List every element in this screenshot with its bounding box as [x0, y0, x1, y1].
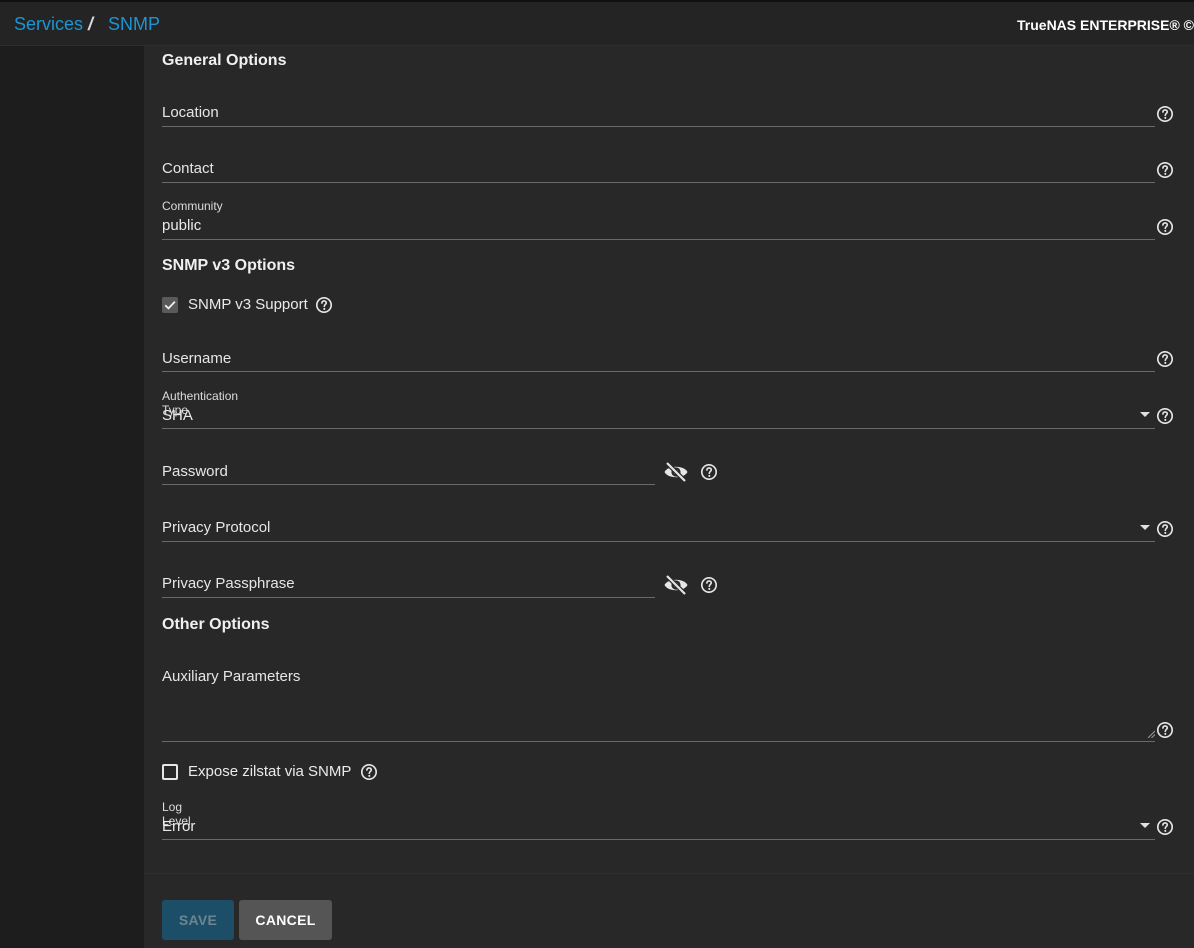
expose-zilstat-label[interactable]: Expose zilstat via SNMP	[188, 763, 351, 780]
side-navigation	[0, 46, 144, 948]
breadcrumb-separator: /	[88, 14, 94, 34]
password-visibility-eye-off-icon[interactable]	[663, 461, 689, 483]
privacy-protocol-underline	[162, 541, 1155, 542]
top-bar: Services / SNMP TrueNAS ENTERPRISE® ©	[0, 0, 1194, 46]
log-level-underline	[162, 839, 1155, 840]
log-level-help-icon[interactable]	[1156, 818, 1174, 836]
privacy-protocol-help-icon[interactable]	[1156, 520, 1174, 538]
snmpv3-support-label[interactable]: SNMP v3 Support	[188, 296, 308, 313]
location-help-icon[interactable]	[1156, 105, 1174, 123]
expose-zilstat-help-icon[interactable]	[360, 763, 378, 781]
expose-zilstat-checkbox[interactable]	[162, 764, 178, 780]
snmp-form-panel: General Options Location Contact Communi…	[144, 46, 1194, 948]
password-help-icon[interactable]	[700, 463, 718, 481]
authentication-type-help-icon[interactable]	[1156, 407, 1174, 425]
community-underline	[162, 239, 1155, 240]
contact-underline	[162, 182, 1155, 183]
privacy-passphrase-visibility-eye-off-icon[interactable]	[663, 574, 689, 596]
auxiliary-parameters-help-icon[interactable]	[1156, 721, 1174, 739]
privacy-passphrase-placeholder: Privacy Passphrase	[162, 575, 295, 592]
password-underline	[162, 484, 655, 485]
authentication-type-underline	[162, 428, 1155, 429]
privacy-protocol-dropdown-icon[interactable]	[1140, 525, 1150, 530]
section-other-options: Other Options	[162, 616, 270, 633]
privacy-protocol-placeholder: Privacy Protocol	[162, 519, 271, 536]
privacy-passphrase-help-icon[interactable]	[700, 576, 718, 594]
community-label: Community	[162, 199, 223, 213]
authentication-type-dropdown-icon[interactable]	[1140, 412, 1150, 417]
log-level-dropdown-icon[interactable]	[1140, 823, 1150, 828]
username-placeholder: Username	[162, 350, 232, 367]
location-placeholder: Location	[162, 104, 219, 121]
username-help-icon[interactable]	[1156, 350, 1174, 368]
brand-label: TrueNAS ENTERPRISE® ©	[1017, 17, 1194, 33]
section-snmpv3-options: SNMP v3 Options	[162, 257, 296, 274]
cancel-button[interactable]: CANCEL	[239, 900, 332, 940]
location-underline	[162, 126, 1155, 127]
privacy-passphrase-underline	[162, 597, 655, 598]
contact-help-icon[interactable]	[1156, 161, 1174, 179]
log-level-value: Error	[162, 818, 196, 835]
auxiliary-parameters-placeholder: Auxiliary Parameters	[162, 668, 301, 685]
check-icon	[164, 300, 176, 310]
auxiliary-parameters-underline	[162, 741, 1155, 742]
snmpv3-support-help-icon[interactable]	[315, 296, 333, 314]
section-general-options: General Options	[162, 52, 287, 69]
save-button[interactable]: SAVE	[162, 900, 234, 940]
username-underline	[162, 371, 1155, 372]
contact-placeholder: Contact	[162, 160, 214, 177]
resize-handle-icon[interactable]	[1147, 730, 1155, 738]
password-placeholder: Password	[162, 463, 228, 480]
community-value: public	[162, 217, 202, 234]
community-help-icon[interactable]	[1156, 218, 1174, 236]
footer-divider	[144, 873, 1194, 874]
snmpv3-support-checkbox[interactable]	[162, 297, 178, 313]
breadcrumb-current: SNMP	[108, 14, 161, 34]
breadcrumb-services[interactable]: Services	[14, 14, 83, 35]
authentication-type-value: SHA	[162, 407, 193, 424]
